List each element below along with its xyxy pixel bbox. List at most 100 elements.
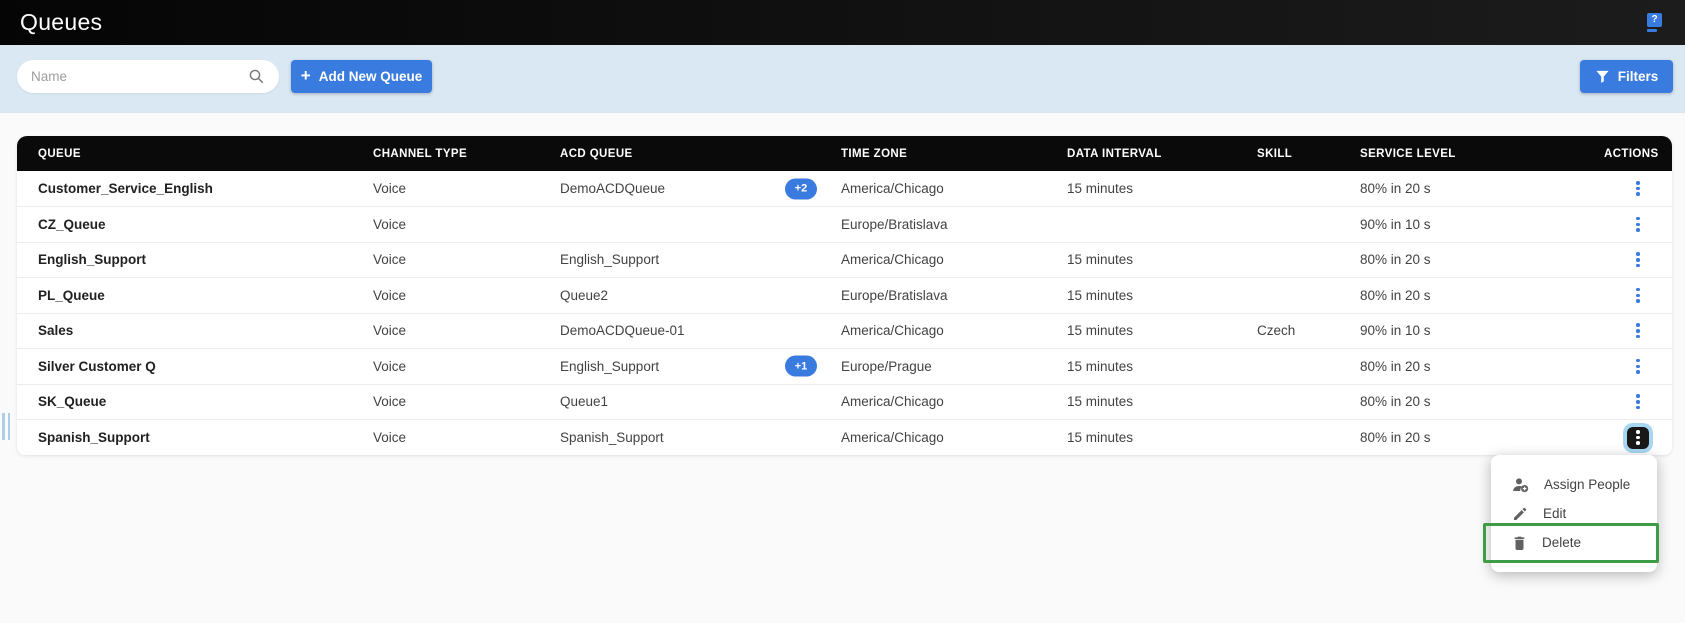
column-header-time-zone[interactable]: TIME ZONE [841,136,1067,171]
table-row[interactable]: Spanish_SupportVoiceSpanish_SupportAmeri… [17,420,1672,456]
cell-channel-type: Voice [373,349,560,385]
column-header-actions: ACTIONS [1604,136,1672,171]
cell-channel-type: Voice [373,384,560,420]
cell-actions [1604,420,1672,456]
cell-data-interval: 15 minutes [1067,420,1257,456]
menu-item-label: Delete [1542,535,1581,550]
cell-channel-type: Voice [373,242,560,278]
edit-icon [1512,506,1528,522]
cell-queue: English_Support [17,242,373,278]
row-actions-menu: Assign People Edit Delete [1491,455,1657,572]
cell-queue: PL_Queue [17,278,373,314]
left-scrollbar-artifact [2,413,10,440]
column-header-channel-type[interactable]: CHANNEL TYPE [373,136,560,171]
cell-service-level: 80% in 20 s [1360,384,1604,420]
acd-queue-count-badge[interactable]: +2 [785,178,817,199]
cell-acd-queue: Queue2 [560,278,841,314]
cell-queue: Customer_Service_English [17,171,373,207]
cell-service-level: 80% in 20 s [1360,242,1604,278]
cell-skill [1257,278,1360,314]
cell-time-zone: America/Chicago [841,420,1067,456]
cell-time-zone: Europe/Prague [841,349,1067,385]
column-header-data-interval[interactable]: DATA INTERVAL [1067,136,1257,171]
cell-skill [1257,384,1360,420]
plus-icon: + [301,67,311,84]
cell-channel-type: Voice [373,420,560,456]
menu-item-edit[interactable]: Edit [1491,499,1657,528]
menu-item-delete[interactable]: Delete [1491,528,1657,557]
table-row[interactable]: PL_QueueVoiceQueue2Europe/Bratislava15 m… [17,278,1672,314]
cell-actions [1604,171,1672,207]
cell-data-interval: 15 minutes [1067,384,1257,420]
add-new-queue-button[interactable]: + Add New Queue [291,60,432,93]
table-header-row: QUEUE CHANNEL TYPE ACD QUEUE TIME ZONE D… [17,136,1672,171]
queues-table-body: Customer_Service_EnglishVoiceDemoACDQueu… [17,171,1672,455]
table-row[interactable]: SK_QueueVoiceQueue1America/Chicago15 min… [17,384,1672,420]
cell-actions [1604,207,1672,243]
cell-skill [1257,171,1360,207]
column-header-skill[interactable]: SKILL [1257,136,1360,171]
cell-acd-queue: English_Support [560,242,841,278]
search-input[interactable] [17,60,279,93]
menu-item-assign-people[interactable]: Assign People [1491,470,1657,499]
column-header-queue[interactable]: QUEUE [17,136,373,171]
cell-queue: Sales [17,313,373,349]
cell-skill [1257,242,1360,278]
table-row[interactable]: SalesVoiceDemoACDQueue-01America/Chicago… [17,313,1672,349]
cell-data-interval [1067,207,1257,243]
cell-skill [1257,420,1360,456]
cell-acd-queue: DemoACDQueue-01 [560,313,841,349]
cell-skill [1257,349,1360,385]
row-actions-kebab-icon[interactable] [1627,178,1649,200]
cell-queue: Spanish_Support [17,420,373,456]
row-actions-kebab-icon[interactable] [1627,427,1649,449]
row-actions-kebab-icon[interactable] [1627,213,1649,235]
cell-channel-type: Voice [373,313,560,349]
top-bar: Queues ? [0,0,1685,45]
cell-data-interval: 15 minutes [1067,313,1257,349]
queues-page: Queues ? + Add New Queue Filters [0,0,1685,623]
cell-data-interval: 15 minutes [1067,278,1257,314]
cell-service-level: 80% in 20 s [1360,420,1604,456]
cell-time-zone: Europe/Bratislava [841,278,1067,314]
filters-button[interactable]: Filters [1580,60,1673,93]
table-row[interactable]: Silver Customer QVoiceEnglish_Support+1E… [17,349,1672,385]
assign-people-icon [1512,477,1529,493]
row-actions-kebab-icon[interactable] [1627,284,1649,306]
menu-item-label: Edit [1543,506,1566,521]
cell-time-zone: America/Chicago [841,313,1067,349]
delete-icon [1512,535,1527,551]
table-row[interactable]: English_SupportVoiceEnglish_SupportAmeri… [17,242,1672,278]
row-actions-kebab-icon[interactable] [1627,391,1649,413]
help-icon[interactable]: ? [1647,13,1664,34]
cell-queue: CZ_Queue [17,207,373,243]
cell-skill: Czech [1257,313,1360,349]
cell-skill [1257,207,1360,243]
cell-time-zone: Europe/Bratislava [841,207,1067,243]
cell-data-interval: 15 minutes [1067,349,1257,385]
cell-channel-type: Voice [373,171,560,207]
cell-acd-queue: English_Support+1 [560,349,841,385]
row-actions-kebab-icon[interactable] [1627,355,1649,377]
cell-service-level: 80% in 20 s [1360,278,1604,314]
cell-acd-queue: Spanish_Support [560,420,841,456]
row-actions-kebab-icon[interactable] [1627,320,1649,342]
cell-queue: SK_Queue [17,384,373,420]
cell-actions [1604,349,1672,385]
column-header-service-level[interactable]: SERVICE LEVEL [1360,136,1604,171]
cell-actions [1604,242,1672,278]
table-row[interactable]: CZ_QueueVoiceEurope/Bratislava90% in 10 … [17,207,1672,243]
cell-data-interval: 15 minutes [1067,171,1257,207]
row-actions-kebab-icon[interactable] [1627,249,1649,271]
page-title: Queues [20,0,102,45]
cell-queue: Silver Customer Q [17,349,373,385]
cell-service-level: 90% in 10 s [1360,207,1604,243]
table-row[interactable]: Customer_Service_EnglishVoiceDemoACDQueu… [17,171,1672,207]
cell-acd-queue [560,207,841,243]
column-header-acd-queue[interactable]: ACD QUEUE [560,136,841,171]
cell-actions [1604,313,1672,349]
acd-queue-count-badge[interactable]: +1 [785,356,817,377]
cell-acd-queue: Queue1 [560,384,841,420]
cell-time-zone: America/Chicago [841,171,1067,207]
cell-time-zone: America/Chicago [841,242,1067,278]
